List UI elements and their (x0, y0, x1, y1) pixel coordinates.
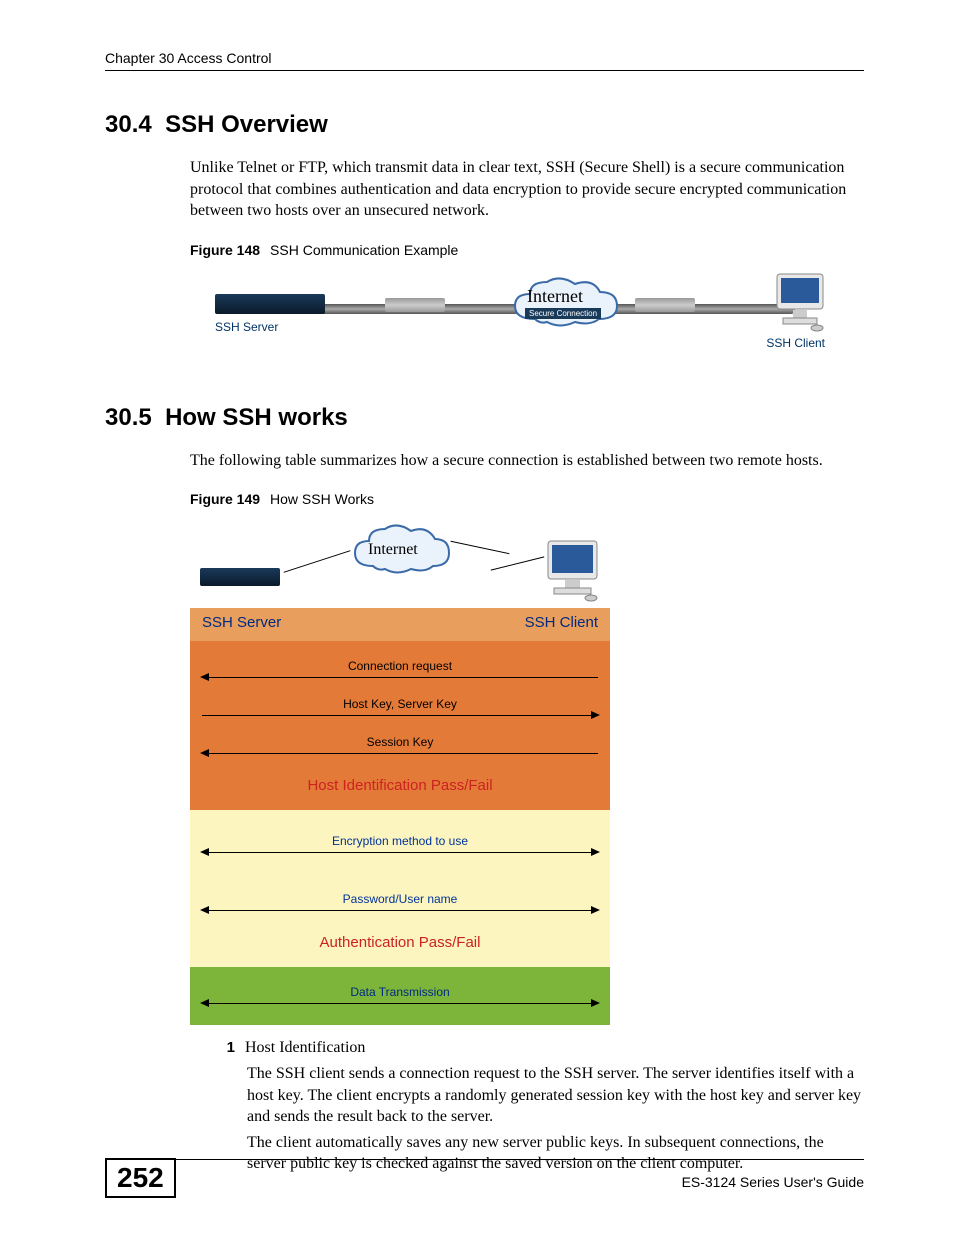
arrow-label: Host Key, Server Key (202, 697, 598, 711)
secure-connection-label: Secure Connection (525, 308, 601, 319)
ssh-server-label: SSH Server (215, 320, 278, 334)
arrow-label: Data Transmission (202, 985, 598, 999)
ssh-client-label: SSH Client (766, 336, 825, 350)
section-30-5-paragraph: The following table summarizes how a sec… (190, 450, 864, 472)
page-number: 252 (105, 1158, 176, 1198)
arrow-label: Password/User name (202, 892, 598, 906)
data-transmission-arrow: Data Transmission (202, 989, 598, 1013)
section-number: 30.4 (105, 111, 152, 138)
list-number: 1 (205, 1038, 235, 1058)
fig149-auth-phase: Encryption method to use Password/User n… (190, 810, 610, 967)
section-heading-30-5: 30.5 How SSH works (105, 404, 864, 432)
list-item: 1 Host Identification The SSH client send… (205, 1037, 864, 1175)
fig149-top-devices: Internet (190, 513, 610, 608)
figure-148-diagram: SSH Server Internet Secure Connection SS… (215, 264, 825, 364)
connector-line (451, 541, 510, 554)
list-paragraph: The SSH client sends a connection reques… (247, 1063, 864, 1128)
figure-149-caption: Figure 149 How SSH Works (190, 491, 864, 507)
page-footer: 252 ES-3124 Series User's Guide (105, 1159, 864, 1190)
arrow-label: Encryption method to use (202, 834, 598, 848)
fig149-header-row: SSH Server SSH Client (190, 608, 610, 641)
internet-label: Internet (527, 286, 583, 307)
section-title: SSH Overview (165, 111, 328, 138)
ssh-server-label: SSH Server (202, 614, 281, 631)
section-title: How SSH works (165, 404, 348, 431)
ssh-server-icon (200, 568, 280, 586)
figure-title: How SSH Works (270, 491, 374, 507)
section-heading-30-4: 30.4 SSH Overview (105, 111, 864, 139)
internet-label: Internet (368, 541, 418, 559)
arrow-label: Session Key (202, 735, 598, 749)
figure-number: Figure 149 (190, 491, 260, 507)
encryption-method-arrow: Encryption method to use (202, 838, 598, 862)
ssh-client-monitor-icon (775, 272, 825, 332)
figure-title: SSH Communication Example (270, 242, 458, 258)
authentication-pass-fail: Authentication Pass/Fail (202, 934, 598, 951)
connector-line (491, 557, 545, 571)
figure-149-diagram: Internet SSH Server SSH Client (190, 513, 610, 1025)
chapter-header: Chapter 30 Access Control (105, 50, 864, 71)
ssh-client-label: SSH Client (525, 614, 598, 631)
section-30-4-paragraph: Unlike Telnet or FTP, which transmit dat… (190, 157, 864, 222)
numbered-list: 1 Host Identification The SSH client send… (205, 1037, 864, 1175)
router-icon (385, 298, 445, 312)
ssh-client-monitor-icon (545, 538, 600, 603)
session-key-arrow: Session Key (202, 739, 598, 763)
figure-number: Figure 148 (190, 242, 260, 258)
connection-request-arrow: Connection request (202, 663, 598, 687)
host-identification-pass-fail: Host Identification Pass/Fail (202, 777, 598, 794)
ssh-server-icon (215, 294, 325, 314)
guide-title: ES-3124 Series User's Guide (682, 1174, 864, 1190)
figure-148-caption: Figure 148 SSH Communication Example (190, 242, 864, 258)
section-number: 30.5 (105, 404, 152, 431)
fig149-host-id-phase: Connection request Host Key, Server Key … (190, 641, 610, 810)
list-title: Host Identification (245, 1039, 365, 1056)
password-username-arrow: Password/User name (202, 896, 598, 920)
host-key-arrow: Host Key, Server Key (202, 701, 598, 725)
connector-line (284, 551, 351, 574)
arrow-label: Connection request (202, 659, 598, 673)
fig149-data-phase: Data Transmission (190, 967, 610, 1025)
router-icon (635, 298, 695, 312)
